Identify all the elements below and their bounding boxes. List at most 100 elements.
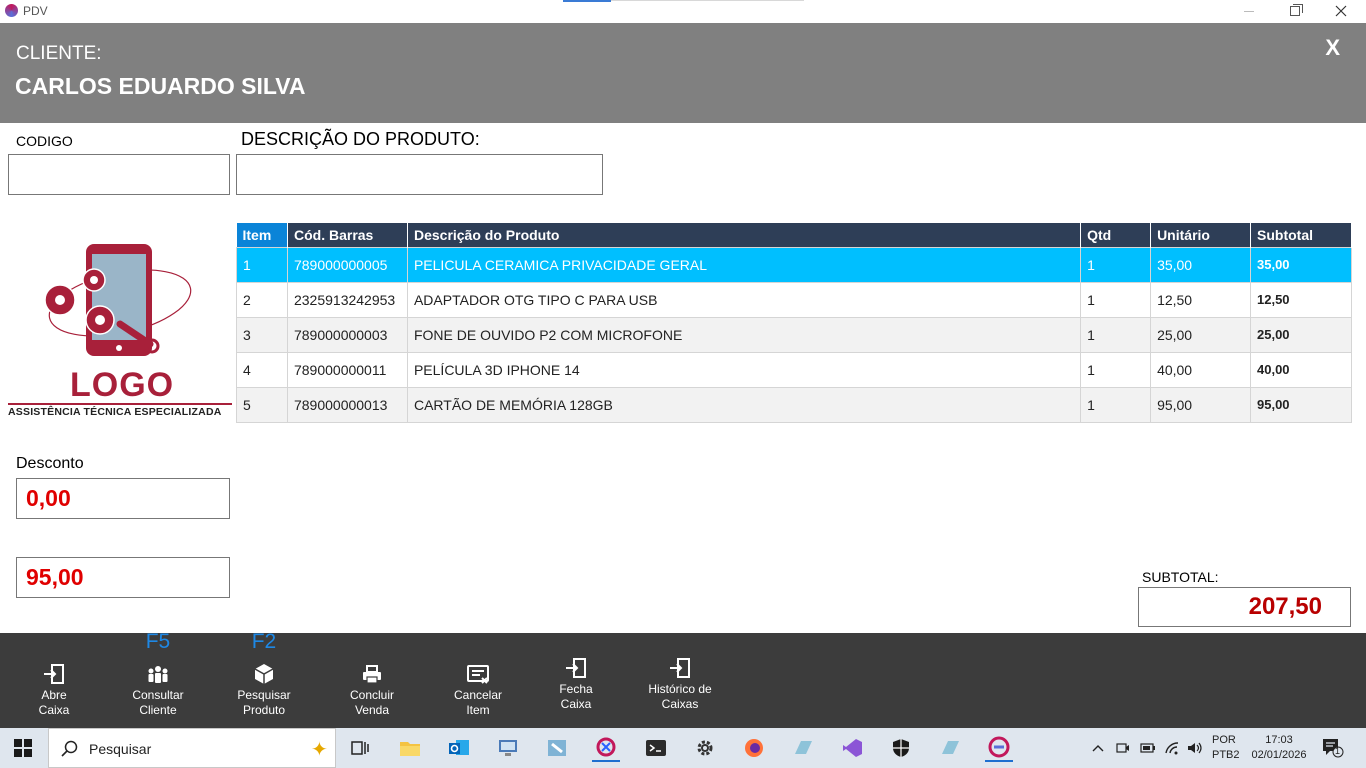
subtotal-label: SUBTOTAL: (1142, 569, 1219, 585)
table-row[interactable]: 1 789000000005 PELICULA CERAMICA PRIVACI… (236, 246, 1352, 283)
column-header-qtd[interactable]: Qtd (1080, 223, 1152, 247)
cell-subtotal: 40,00 (1250, 351, 1352, 388)
consultar-cliente-button[interactable]: F5 Consultar Cliente (126, 631, 190, 728)
action-toolbar: Abre Caixa F5 Consultar Cliente F2 Pesqu… (0, 631, 1366, 728)
cell-unitario: 25,00 (1150, 316, 1251, 353)
cell-cod-barras: 789000000003 (286, 316, 408, 353)
cell-descricao: ADAPTADOR OTG TIPO C PARA USB (406, 281, 1082, 318)
cell-subtotal: 12,50 (1250, 281, 1352, 318)
app-shortcut-icon[interactable] (543, 734, 571, 762)
snipping-tool-icon[interactable] (592, 734, 620, 762)
clock-date: 02/01/2026 (1251, 749, 1307, 761)
notepad-app-icon[interactable] (789, 734, 817, 762)
column-header-cod-barras[interactable]: Cód. Barras (287, 223, 408, 247)
input-language-indicator[interactable]: POR PTB2 (1212, 733, 1240, 763)
column-header-item[interactable]: Item (236, 223, 288, 247)
cell-subtotal: 25,00 (1250, 316, 1352, 353)
concluir-venda-label-2: Venda (354, 703, 390, 717)
concluir-venda-label-1: Concluir (349, 688, 394, 702)
abre-caixa-label-1: Abre (41, 688, 67, 702)
cell-qtd: 1 (1080, 281, 1152, 318)
cell-qtd: 1 (1080, 316, 1152, 353)
search-icon (61, 740, 78, 757)
cell-item: 4 (236, 351, 288, 388)
taskbar-search-box[interactable]: Pesquisar ✦ (48, 728, 336, 768)
column-header-descricao[interactable]: Descrição do Produto (407, 223, 1082, 247)
remote-desktop-icon[interactable] (494, 734, 522, 762)
cell-qtd: 1 (1080, 386, 1152, 423)
cell-cod-barras: 789000000005 (286, 246, 408, 283)
task-view-icon[interactable] (346, 734, 374, 762)
taskbar-clock[interactable]: 17:03 02/01/2026 (1248, 733, 1310, 763)
cell-qtd: 1 (1080, 351, 1152, 388)
logo-text: LOGO (70, 366, 175, 404)
notification-icon (1323, 739, 1344, 758)
codigo-input[interactable] (9, 155, 229, 194)
cell-descricao: FONE DE OUVIDO P2 COM MICROFONE (406, 316, 1082, 353)
descricao-label: DESCRIÇÃO DO PRODUTO: (241, 129, 480, 149)
logo-graphic-icon (44, 244, 192, 356)
historico-caixas-button[interactable]: Histórico de Caixas (640, 633, 720, 728)
pdv-app-icon[interactable] (985, 734, 1013, 762)
table-header-row: Item Cód. Barras Descrição do Produto Qt… (236, 223, 1352, 247)
outlook-icon[interactable] (445, 734, 473, 762)
cell-unitario: 35,00 (1150, 246, 1251, 283)
firefox-icon[interactable] (740, 734, 768, 762)
windows-logo-icon (14, 739, 22, 747)
cancel-item-icon (467, 665, 489, 684)
tray-overflow-chevron-icon[interactable] (1092, 728, 1104, 768)
header-close-button[interactable]: X (1325, 35, 1340, 61)
wifi-icon[interactable] (1164, 728, 1180, 768)
descricao-input[interactable] (237, 155, 602, 194)
cell-unitario: 95,00 (1150, 386, 1251, 423)
fecha-caixa-label-1: Fecha (559, 682, 593, 696)
cell-subtotal: 95,00 (1250, 386, 1352, 423)
notepad-app-icon-2[interactable] (936, 734, 964, 762)
keyboard-layout: PTB2 (1212, 749, 1240, 761)
table-row[interactable]: 5 789000000013 CARTÃO DE MEMÓRIA 128GB 1… (236, 386, 1352, 423)
sale-items-table[interactable]: Item Cód. Barras Descrição do Produto Qt… (236, 223, 1352, 423)
minimize-icon (1244, 10, 1254, 12)
minimize-button[interactable] (1226, 0, 1272, 22)
historico-caixas-label-2: Caixas (661, 697, 699, 711)
clock-time: 17:03 (1265, 734, 1293, 746)
start-button[interactable] (14, 739, 32, 757)
windows-logo-icon-part (24, 739, 32, 747)
pesquisar-produto-label-1: Pesquisar (237, 688, 291, 702)
restore-button[interactable] (1272, 0, 1318, 22)
titlebar-divider (611, 0, 804, 1)
table-row[interactable]: 3 789000000003 FONE DE OUVIDO P2 COM MIC… (236, 316, 1352, 353)
visual-studio-icon[interactable] (838, 734, 866, 762)
search-placeholder: Pesquisar (89, 741, 152, 757)
cell-cod-barras: 2325913242953 (286, 281, 408, 318)
abre-caixa-button[interactable]: Abre Caixa (28, 633, 80, 728)
fecha-caixa-button[interactable]: Fecha Caixa (548, 633, 604, 728)
users-icon (148, 666, 168, 683)
concluir-venda-button[interactable]: Concluir Venda (340, 633, 404, 728)
cell-item: 2 (236, 281, 288, 318)
box-icon (254, 664, 274, 684)
cell-descricao: PELÍCULA 3D IPHONE 14 (406, 351, 1082, 388)
meet-now-icon[interactable] (1116, 728, 1130, 768)
settings-gear-icon[interactable] (691, 734, 719, 762)
windows-logo-icon-part (24, 749, 32, 757)
desconto-value[interactable]: 0,00 (16, 478, 230, 519)
file-explorer-icon[interactable] (396, 734, 424, 762)
language-code: POR (1212, 734, 1236, 746)
cell-unitario: 12,50 (1150, 281, 1251, 318)
windows-logo-icon-part (14, 749, 22, 757)
table-row[interactable]: 4 789000000011 PELÍCULA 3D IPHONE 14 1 4… (236, 351, 1352, 388)
volume-icon[interactable] (1187, 728, 1203, 768)
company-logo: LOGO ASSISTÊNCIA TÉCNICA ESPECIALIZADA (8, 238, 232, 422)
cancelar-item-button[interactable]: Cancelar Item (446, 633, 510, 728)
pesquisar-produto-button[interactable]: F2 Pesquisar Produto (232, 631, 296, 728)
battery-icon[interactable] (1140, 728, 1156, 768)
column-header-unitario[interactable]: Unitário (1150, 223, 1251, 247)
cancelar-item-label-1: Cancelar (453, 688, 503, 702)
close-window-button[interactable] (1318, 0, 1364, 22)
column-header-subtotal[interactable]: Subtotal (1250, 223, 1352, 247)
table-row[interactable]: 2 2325913242953 ADAPTADOR OTG TIPO C PAR… (236, 281, 1352, 318)
terminal-icon[interactable] (642, 734, 670, 762)
security-shield-icon[interactable] (887, 734, 915, 762)
notification-center-button[interactable]: 1 (1322, 738, 1344, 758)
